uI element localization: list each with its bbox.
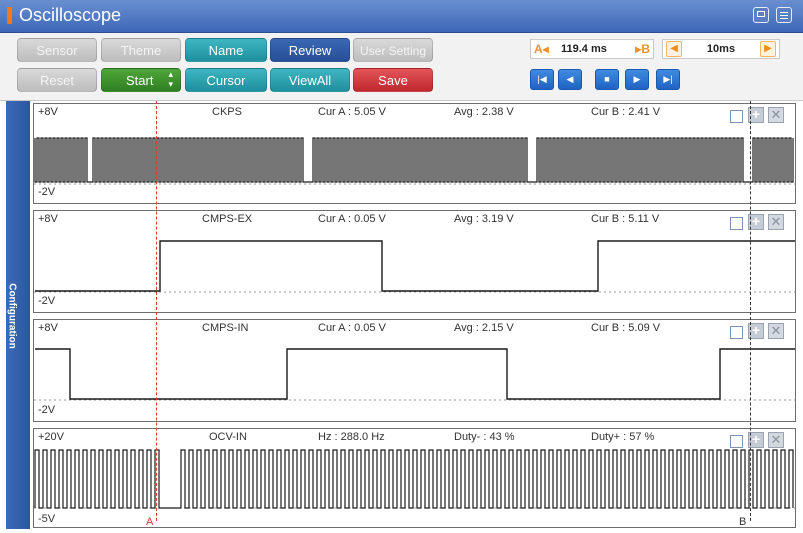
ocv-in-trace (34, 449, 794, 509)
cursor-b-line[interactable] (750, 101, 751, 521)
cursor-b-label: B (739, 516, 747, 528)
waveform-layer (34, 137, 795, 509)
cursor-a-label: A (146, 516, 154, 528)
cursor-a-line[interactable] (156, 101, 157, 521)
ckps-trace (34, 137, 794, 183)
cmps-in-trace (35, 348, 795, 400)
cmps-ex-trace (35, 240, 795, 292)
